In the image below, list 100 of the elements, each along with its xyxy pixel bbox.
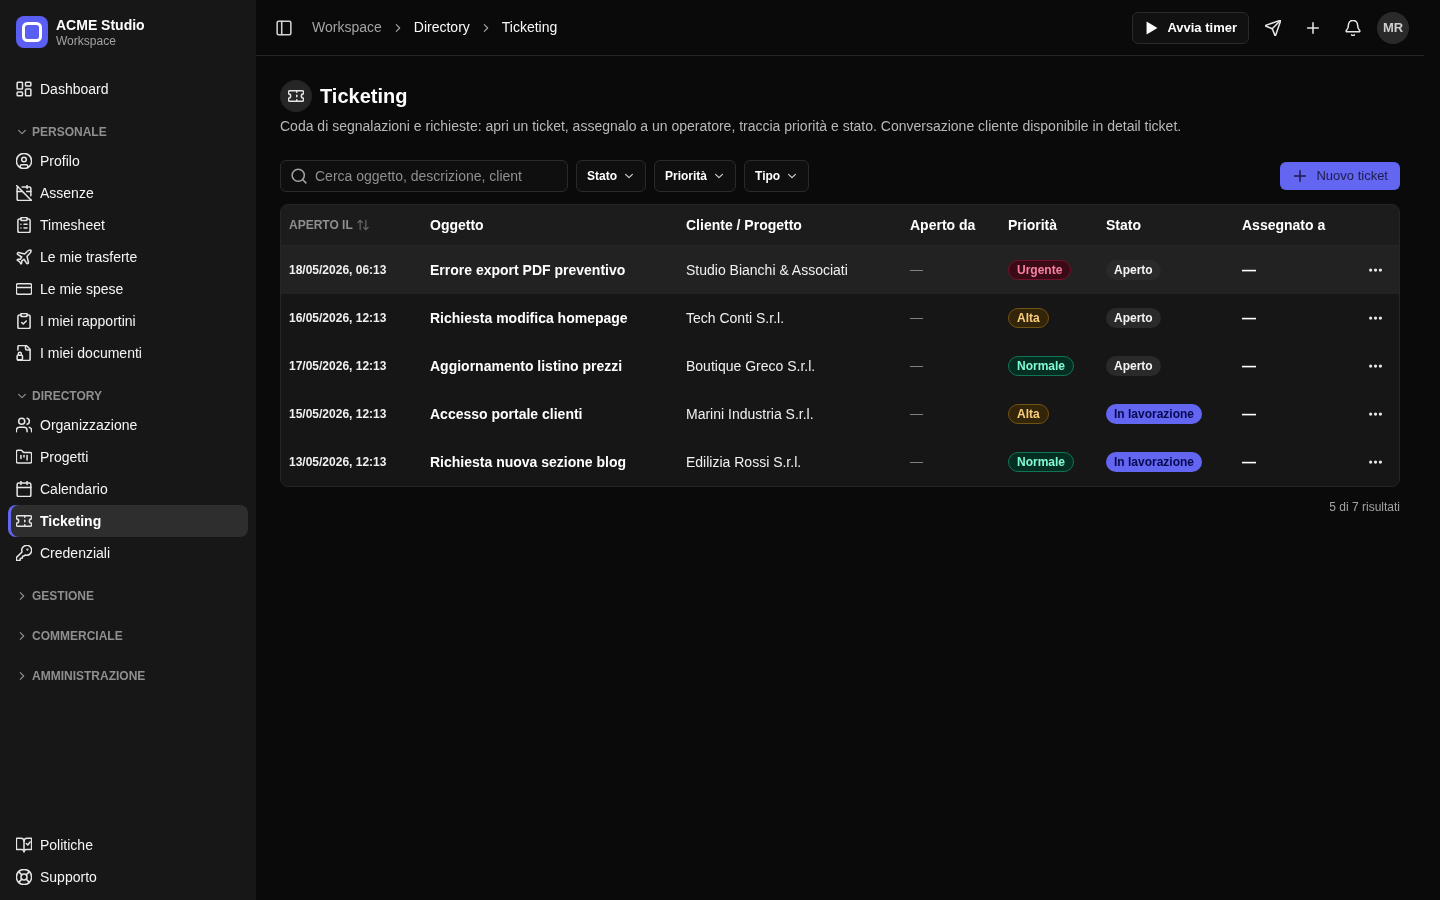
sort-icon [356, 219, 369, 231]
priority-badge: Alta [1008, 404, 1049, 424]
section-header[interactable]: PERSONALE [8, 119, 248, 145]
calendar-icon [16, 481, 32, 497]
nav-item[interactable]: Profilo [8, 145, 248, 177]
priority-badge: Urgente [1008, 260, 1072, 280]
nav-item[interactable]: Progetti [8, 441, 248, 473]
client-name: Studio Bianchi & Associati [686, 260, 848, 280]
ticket-icon [16, 513, 32, 529]
ellipsis-icon[interactable] [1368, 460, 1382, 464]
ellipsis-icon[interactable] [1368, 364, 1382, 368]
column-heading: Oggetto [430, 215, 484, 235]
client-name: Boutique Greco S.r.l. [686, 356, 816, 376]
nav-item[interactable]: Politiche [8, 829, 248, 861]
empty-value: — [1242, 356, 1256, 376]
page-title: Ticketing [320, 84, 408, 109]
section-header[interactable]: AMMINISTRAZIONE [8, 663, 248, 689]
filter-dropdown[interactable]: Priorità [654, 160, 736, 192]
empty-value: — [910, 261, 923, 280]
book-check-icon [16, 837, 32, 853]
nav-item[interactable]: I miei documenti [8, 337, 248, 369]
section-header[interactable]: COMMERCIALE [8, 623, 248, 649]
section-header[interactable]: DIRECTORY [8, 383, 248, 409]
result-count: 5 di 7 risultati [1329, 499, 1400, 515]
status-badge: Aperto [1106, 356, 1161, 376]
column-heading: Stato [1106, 215, 1141, 235]
date-text: 16/05/2026, 12:13 [289, 310, 387, 327]
credit-card-icon [16, 281, 32, 297]
logo-icon [16, 16, 48, 48]
key-icon [16, 545, 32, 561]
ticket-subject: Richiesta modifica homepage [430, 308, 628, 328]
breadcrumb-link[interactable]: Directory [413, 17, 470, 38]
priority-badge: Normale [1008, 452, 1075, 472]
plus-icon[interactable] [1305, 19, 1321, 36]
play-icon [1145, 20, 1160, 35]
timer-button[interactable]: Avvia timer [1132, 11, 1249, 44]
filter-dropdown[interactable]: Tipo [744, 160, 810, 192]
search-icon [291, 168, 307, 184]
life-buoy-icon [16, 869, 32, 885]
folder-icon [16, 449, 32, 465]
new-ticket-button[interactable]: Nuovo ticket [1280, 162, 1400, 190]
nav-item[interactable]: Timesheet [8, 209, 248, 241]
ticket-subject: Errore export PDF preventivo [430, 260, 626, 280]
nav-item[interactable]: Le mie spese [8, 273, 248, 305]
ticket-subject: Accesso portale clienti [430, 404, 583, 424]
empty-value: — [910, 453, 923, 472]
notifications-icon[interactable] [1345, 19, 1361, 36]
users-icon [16, 417, 32, 433]
date-text: 18/05/2026, 06:13 [289, 262, 387, 279]
client-name: Marini Industria S.r.l. [686, 404, 814, 424]
empty-value: — [1242, 308, 1256, 328]
clipboard-check-icon [16, 313, 32, 329]
nav-item[interactable]: I miei rapportini [8, 305, 248, 337]
priority-badge: Alta [1008, 308, 1049, 328]
clipboard-list-icon [16, 217, 32, 233]
nav-item[interactable]: Supporto [8, 861, 248, 893]
client-name: Edilizia Rossi S.r.l. [686, 452, 802, 472]
empty-value: — [910, 309, 923, 328]
status-badge: In lavorazione [1106, 452, 1203, 472]
date-text: 17/05/2026, 12:13 [289, 358, 387, 375]
empty-value: — [1242, 404, 1256, 424]
ticket-subject: Aggiornamento listino prezzi [430, 356, 623, 376]
nav-item[interactable]: Le mie trasferte [8, 241, 248, 273]
plus-icon [1292, 168, 1309, 184]
column-heading: Assegnato a [1242, 215, 1326, 235]
plane-icon [16, 249, 32, 265]
client-name: Tech Conti S.r.l. [686, 308, 785, 328]
empty-value: — [1242, 260, 1256, 280]
status-badge: In lavorazione [1106, 404, 1203, 424]
send-icon[interactable] [1265, 19, 1281, 36]
column-heading[interactable]: APERTO IL [289, 216, 369, 234]
breadcrumb-link[interactable]: Ticketing [501, 17, 558, 38]
ticket-icon [280, 80, 312, 112]
empty-value: — [910, 357, 923, 376]
search-field[interactable]: Cerca oggetto, descrizione, client [280, 160, 568, 192]
search-input[interactable]: Cerca oggetto, descrizione, client [315, 165, 557, 187]
nav-item[interactable]: Dashboard [8, 73, 248, 105]
column-heading: Cliente / Progetto [686, 215, 802, 235]
filter-dropdown[interactable]: Stato [576, 160, 646, 192]
nav-item[interactable]: Organizzazione [8, 409, 248, 441]
priority-badge: Normale [1008, 356, 1075, 376]
section-header[interactable]: GESTIONE [8, 583, 248, 609]
nav-item[interactable]: Assenze [8, 177, 248, 209]
user-avatar[interactable]: MR [1377, 11, 1409, 44]
nav-item[interactable]: Ticketing [8, 505, 248, 537]
ellipsis-icon[interactable] [1368, 316, 1382, 320]
empty-value: — [1242, 452, 1256, 472]
nav-item[interactable]: Credenziali [8, 537, 248, 569]
date-text: 13/05/2026, 12:13 [289, 454, 387, 471]
calendar-off-icon [16, 185, 32, 201]
workspace-label: Workspace [56, 33, 117, 49]
status-badge: Aperto [1106, 260, 1161, 280]
ellipsis-icon[interactable] [1368, 412, 1382, 416]
brand-name: ACME Studio [56, 15, 145, 34]
ellipsis-icon[interactable] [1368, 268, 1382, 272]
sidebar-toggle-icon[interactable] [276, 19, 292, 36]
empty-value: — [910, 405, 923, 424]
breadcrumb-link[interactable]: Workspace [312, 17, 382, 38]
dashboard-grid-icon [16, 81, 32, 97]
nav-item[interactable]: Calendario [8, 473, 248, 505]
